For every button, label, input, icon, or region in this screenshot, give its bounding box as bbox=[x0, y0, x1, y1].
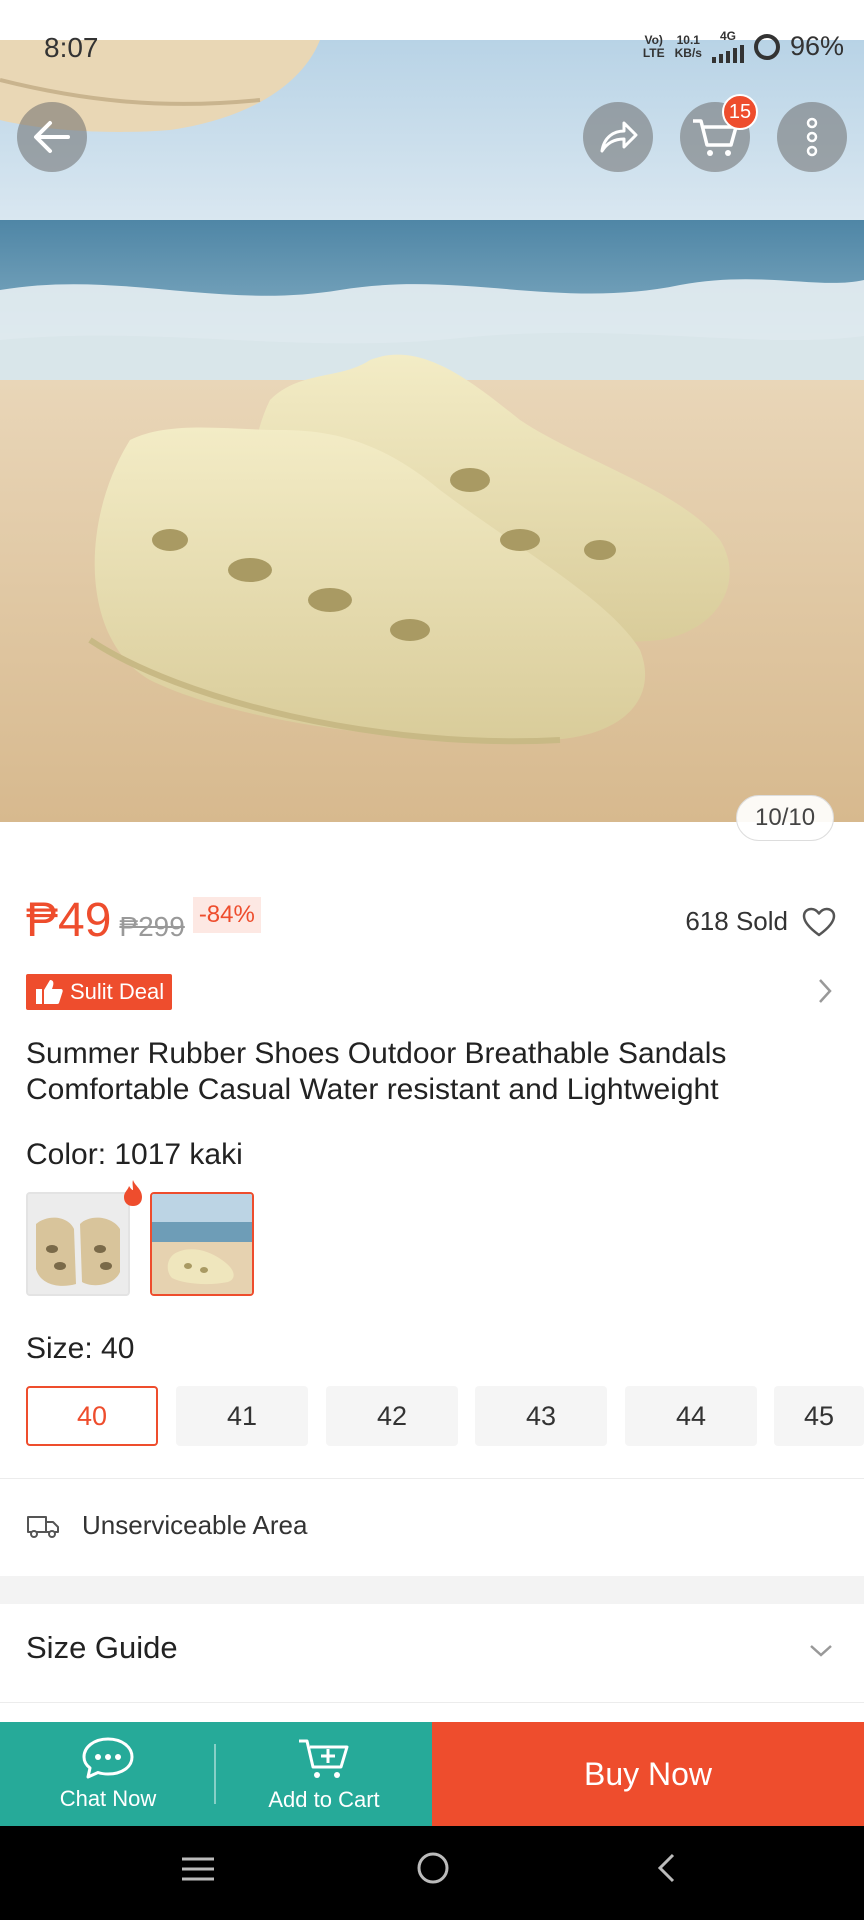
signal-icon bbox=[711, 43, 744, 63]
status-bar: 8:07 Vo) LTE 10.1 KB/s 4G 96% bbox=[0, 0, 864, 63]
size-label: Size: 40 bbox=[26, 1332, 135, 1365]
size-guide-label[interactable]: Size Guide bbox=[26, 1630, 178, 1666]
bottom-action-bar: Chat Now Add to Cart Buy Now bbox=[0, 1722, 864, 1826]
swatch-image bbox=[152, 1194, 252, 1294]
price-row: ₱49 ₱299 -84% bbox=[26, 893, 261, 948]
cart-button[interactable]: 15 bbox=[680, 94, 758, 172]
size-options: 40 41 42 43 44 45 bbox=[26, 1386, 864, 1448]
volte-indicator: Vo) LTE bbox=[642, 32, 665, 60]
product-title: Summer Rubber Shoes Outdoor Breathable S… bbox=[26, 1037, 727, 1106]
current-price: ₱49 bbox=[26, 894, 112, 947]
share-icon bbox=[600, 121, 638, 153]
menu-icon[interactable] bbox=[180, 1854, 216, 1884]
size-option[interactable]: 40 bbox=[26, 1386, 158, 1446]
divider bbox=[0, 1702, 864, 1703]
home-icon[interactable] bbox=[416, 1851, 450, 1885]
size-option[interactable]: 42 bbox=[326, 1386, 458, 1446]
status-time: 8:07 bbox=[44, 32, 99, 63]
share-button[interactable] bbox=[583, 102, 653, 172]
back-button[interactable] bbox=[17, 102, 87, 172]
size-option[interactable]: 43 bbox=[475, 1386, 607, 1446]
sold-row: 618 Sold bbox=[685, 906, 836, 937]
sulit-deal-badge[interactable]: Sulit Deal bbox=[26, 974, 173, 1010]
hot-fire-icon bbox=[124, 1180, 142, 1206]
network-type: 4G bbox=[711, 30, 744, 63]
chevron-right-icon[interactable] bbox=[816, 976, 834, 1006]
sold-count: 618 Sold bbox=[685, 906, 788, 936]
secondary-actions: Chat Now Add to Cart bbox=[0, 1722, 432, 1826]
original-price: ₱299 bbox=[119, 911, 185, 942]
deal-label: Sulit Deal bbox=[70, 979, 165, 1004]
back-nav-icon[interactable] bbox=[655, 1852, 677, 1884]
color-swatch-selected[interactable] bbox=[150, 1192, 254, 1296]
size-option[interactable]: 41 bbox=[176, 1386, 308, 1446]
divider bbox=[214, 1744, 216, 1804]
back-arrow-icon bbox=[34, 121, 70, 153]
more-vertical-icon bbox=[806, 117, 818, 157]
battery-level: 96% bbox=[789, 31, 844, 61]
truck-icon bbox=[27, 1515, 59, 1538]
swatch-image bbox=[28, 1194, 128, 1294]
size-option[interactable]: 44 bbox=[625, 1386, 757, 1446]
heart-icon[interactable] bbox=[802, 907, 836, 937]
status-indicators: Vo) LTE 10.1 KB/s 4G 96% bbox=[643, 30, 844, 63]
chat-now-label: Chat Now bbox=[59, 1786, 157, 1811]
network-speed: 10.1 KB/s bbox=[674, 32, 702, 60]
product-image-carousel[interactable]: 15 bbox=[0, 40, 864, 822]
chat-now-button[interactable]: Chat Now bbox=[0, 1722, 216, 1826]
section-divider bbox=[0, 1576, 864, 1604]
chevron-down-icon[interactable] bbox=[808, 1643, 834, 1659]
add-to-cart-label: Add to Cart bbox=[268, 1787, 380, 1812]
add-to-cart-icon bbox=[299, 1739, 349, 1778]
system-nav-bar bbox=[0, 1826, 864, 1920]
buy-now-button[interactable]: Buy Now bbox=[432, 1722, 864, 1826]
divider bbox=[0, 1478, 864, 1479]
add-to-cart-button[interactable]: Add to Cart bbox=[216, 1722, 432, 1826]
color-label: Color: 1017 kaki bbox=[26, 1138, 243, 1171]
deal-thumb-icon bbox=[36, 980, 63, 1004]
shipping-row[interactable]: Unserviceable Area bbox=[26, 1510, 307, 1541]
chat-icon bbox=[82, 1737, 134, 1779]
more-options-button[interactable] bbox=[777, 102, 847, 172]
shipping-status: Unserviceable Area bbox=[82, 1510, 308, 1540]
size-option[interactable]: 45 bbox=[774, 1386, 864, 1446]
discount-badge: -84% bbox=[192, 897, 261, 933]
battery-icon bbox=[753, 33, 780, 60]
image-counter: 10/10 bbox=[736, 795, 835, 841]
cart-count-badge: 15 bbox=[722, 94, 758, 130]
color-swatch[interactable] bbox=[26, 1192, 130, 1296]
